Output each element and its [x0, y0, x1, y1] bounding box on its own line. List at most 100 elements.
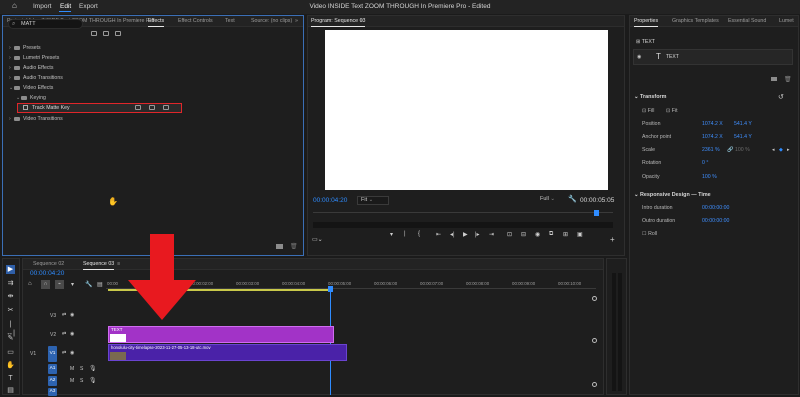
tree-item-audio-transitions[interactable]: › Audio Transitions — [9, 75, 63, 81]
tree-item-lumetri-presets[interactable]: › Lumetri Presets — [9, 55, 59, 61]
type-tool-icon[interactable]: T — [6, 374, 15, 383]
v3-toggle-sync-icon[interactable]: ⇄ — [62, 312, 66, 318]
clip-video-v1[interactable]: honolulu-city-timelapse-2023-11-27-05-13… — [108, 344, 347, 361]
new-bin-icon[interactable] — [276, 244, 283, 249]
program-zoom-bar[interactable] — [313, 222, 613, 228]
keyframe-icon[interactable]: ◆ — [779, 147, 783, 153]
tree-item-video-effects[interactable]: ⌄ Video Effects — [9, 85, 53, 91]
new-layer-group-icon[interactable] — [771, 77, 777, 81]
timeline-timecode[interactable]: 00:00:04:20 — [30, 270, 64, 277]
timeline-settings-icon[interactable]: 🔧 — [85, 281, 92, 288]
effects-search-input[interactable]: ⌕ MATT — [8, 19, 83, 29]
step-forward-icon[interactable]: |▸ — [475, 231, 480, 238]
tab-program[interactable]: Program: Sequence 03 — [311, 18, 366, 27]
tree-item-audio-effects[interactable]: › Audio Effects — [9, 65, 53, 71]
next-keyframe-icon[interactable]: ▸ — [787, 147, 790, 153]
tab-sequence-02[interactable]: Sequence 02 — [33, 261, 64, 267]
tab-graphics-templates[interactable]: Graphics Templates — [672, 18, 719, 24]
a2-solo-icon[interactable]: S — [80, 378, 83, 384]
extract-icon[interactable]: ⊟ — [521, 231, 526, 238]
tab-essential-sound[interactable]: Essential Sound — [728, 18, 766, 24]
roll-checkbox[interactable]: ☐ Roll — [642, 231, 657, 237]
lift-icon[interactable]: ⊡ — [507, 231, 512, 238]
intro-duration-value[interactable]: 00:00:00:00 — [702, 205, 729, 211]
caption-tool-icon[interactable]: ▤ — [6, 386, 15, 395]
ripple-edit-tool-icon[interactable]: ⇹ — [6, 292, 15, 301]
timeline-menu-icon[interactable]: ≡ — [117, 261, 120, 267]
fill-toggle[interactable]: ⊡ Fill — [642, 108, 654, 114]
tab-source[interactable]: Source: (no clips) — [251, 18, 292, 24]
program-timecode[interactable]: 00:00:04:20 — [313, 197, 347, 204]
anchor-y-value[interactable]: 541.4 Y — [734, 134, 752, 140]
32bit-effects-icon[interactable] — [103, 31, 109, 36]
more-tabs-icon[interactable]: » — [295, 18, 298, 24]
go-to-in-point-icon[interactable]: ⇤ — [436, 231, 441, 238]
rectangle-tool-icon[interactable]: ▭ — [6, 348, 15, 357]
track-a2-target[interactable]: A2 — [48, 376, 57, 386]
pen-tool-icon[interactable]: ✎ — [6, 334, 15, 343]
go-to-in-icon[interactable]: { — [418, 231, 420, 237]
v3-eye-icon[interactable]: ◉ — [70, 312, 74, 318]
yuv-effects-icon[interactable] — [115, 31, 121, 36]
scale-lock-icon[interactable]: 🔗 — [727, 147, 733, 153]
proxy-icon[interactable]: ▣ — [577, 231, 583, 238]
tree-item-presets[interactable]: › Presets — [9, 45, 41, 51]
scale-value[interactable]: 2361 % — [702, 147, 720, 153]
tree-item-video-transitions[interactable]: › Video Transitions — [9, 116, 63, 122]
position-y-value[interactable]: 541.4 Y — [734, 121, 752, 127]
panel-menu-icon[interactable]: ≡ — [360, 18, 363, 24]
program-video-frame[interactable] — [325, 30, 608, 190]
comparison-view-icon[interactable]: ⧉ — [549, 231, 553, 238]
transform-section-title[interactable]: ⌄ Transform — [634, 94, 666, 100]
a1-solo-icon[interactable]: S — [80, 366, 83, 372]
outro-duration-value[interactable]: 00:00:00:00 — [702, 218, 729, 224]
a1-voiceover-icon[interactable]: 🎙 — [89, 365, 97, 372]
step-back-icon[interactable]: ◂| — [450, 231, 455, 238]
reset-transform-icon[interactable]: ↺ — [778, 93, 784, 101]
anchor-x-value[interactable]: 1074.2 X — [702, 134, 723, 140]
snap-icon[interactable]: ∩ — [41, 280, 50, 289]
layer-name[interactable]: TEXT — [666, 54, 679, 60]
v1-eye-icon[interactable]: ◉ — [70, 350, 74, 356]
insert-sequence-icon[interactable]: ⌂ — [28, 281, 32, 287]
responsive-design-section-title[interactable]: ⌄ Responsive Design — Time — [634, 192, 711, 198]
selection-tool-icon[interactable]: ▶ — [6, 265, 15, 274]
add-marker-icon[interactable]: ▾ — [71, 281, 74, 288]
fit-toggle[interactable]: ⊡ Fit — [666, 108, 678, 114]
clip-text-v2[interactable]: TEXT — [108, 326, 334, 343]
tab-properties[interactable]: Properties — [634, 18, 659, 27]
vr-icon[interactable]: ⊞ — [563, 231, 568, 238]
wrench-icon[interactable]: 🔧 — [568, 195, 577, 203]
delete-layer-icon[interactable]: 🗑 — [784, 76, 792, 83]
rotation-value[interactable]: 0 ° — [702, 160, 708, 166]
a1-mute-icon[interactable]: M — [70, 366, 74, 372]
audio-zoom-handle[interactable] — [592, 382, 597, 387]
vertical-zoom-handle-bottom[interactable] — [592, 338, 597, 343]
razor-tool-icon[interactable]: ✂ — [6, 306, 15, 315]
v2-toggle-sync-icon[interactable]: ⇄ — [62, 331, 66, 337]
hand-tool-icon[interactable]: ✋ — [6, 361, 15, 370]
go-to-out-icon[interactable]: ⇥ — [489, 231, 494, 238]
position-x-value[interactable]: 1074.2 X — [702, 121, 723, 127]
mark-in-icon[interactable]: ▾ — [390, 231, 393, 238]
tab-effect-controls[interactable]: Effect Controls — [178, 18, 213, 24]
track-v1-target[interactable]: V1 — [48, 346, 57, 362]
tree-item-keying[interactable]: ⌄ Keying — [16, 95, 46, 101]
vertical-zoom-handle-top[interactable] — [592, 296, 597, 301]
zoom-fit-dropdown[interactable]: Fit ⌄ — [357, 196, 389, 205]
tab-text[interactable]: Text — [225, 18, 235, 24]
highlight-track-matte-key[interactable]: Track Matte Key — [17, 103, 182, 113]
tab-effects[interactable]: Effects — [148, 18, 165, 27]
quality-dropdown[interactable]: Full ⌄ — [537, 196, 563, 205]
export-frame-icon[interactable]: ◉ — [535, 231, 540, 238]
v2-eye-icon[interactable]: ◉ — [70, 331, 74, 337]
trash-icon[interactable]: 🗑 — [290, 243, 298, 250]
tab-sequence-03[interactable]: Sequence 03 — [83, 261, 115, 270]
program-scrubber[interactable] — [313, 212, 613, 220]
play-icon[interactable]: ▶ — [463, 231, 468, 238]
track-a3-target[interactable]: A3 — [48, 388, 57, 396]
opacity-value[interactable]: 100 % — [702, 174, 717, 180]
add-button-icon[interactable]: + — [610, 235, 615, 244]
safe-margins-icon[interactable]: ▭⌄ — [312, 236, 323, 243]
tab-lumetri[interactable]: Lumet — [779, 18, 794, 24]
